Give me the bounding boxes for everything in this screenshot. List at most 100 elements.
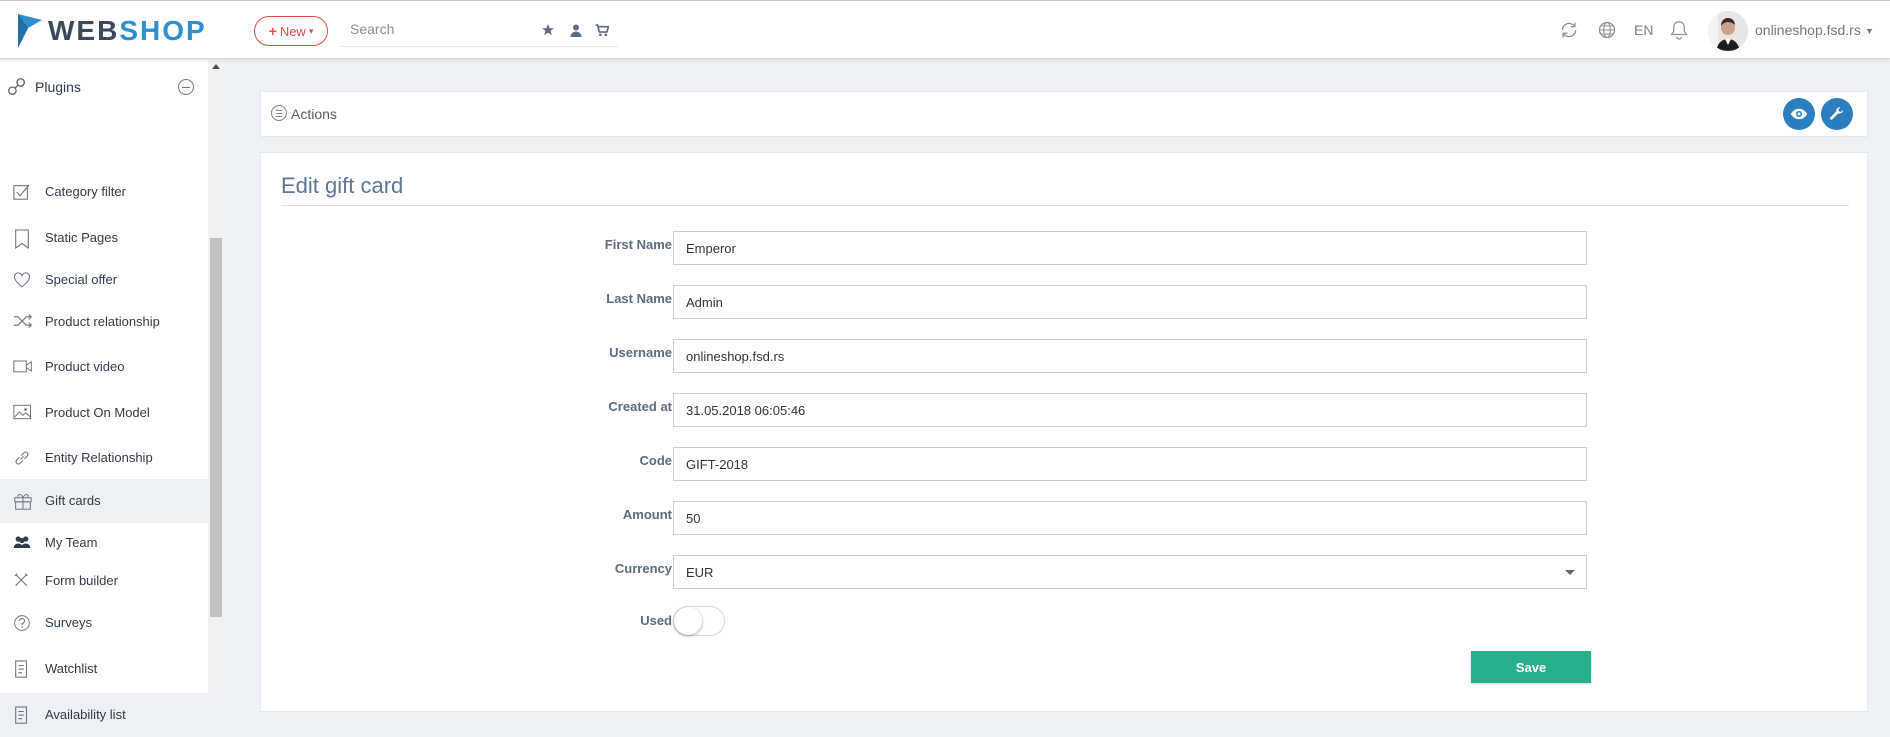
sidebar-item-label: Gift cards <box>45 493 101 508</box>
list-icon <box>13 660 33 678</box>
search-input[interactable] <box>350 21 540 37</box>
settings-button[interactable] <box>1821 98 1853 130</box>
sidebar-item-label: Surveys <box>45 615 92 630</box>
sidebar-item-label: Form builder <box>45 573 118 588</box>
search-bar <box>340 15 618 47</box>
sidebar-item-label: Special offer <box>45 272 118 287</box>
bell-icon[interactable] <box>1670 20 1688 45</box>
avatar[interactable] <box>1708 11 1748 51</box>
question-icon <box>13 614 33 632</box>
sidebar-item-label: Product video <box>45 359 125 374</box>
last-name-field[interactable] <box>673 285 1587 319</box>
sidebar-item-label: Category filter <box>45 184 126 199</box>
sidebar-item-label: Product On Model <box>45 405 150 420</box>
globe-icon[interactable] <box>1597 20 1617 45</box>
last-name-row: Last Name <box>261 285 1869 319</box>
actions-label[interactable]: Actions <box>291 106 337 122</box>
sidebar-item-gift-cards[interactable]: Gift cards <box>0 479 208 523</box>
created-at-row: Created at <box>261 393 1869 427</box>
used-label: Used <box>640 613 672 628</box>
heart-icon <box>13 271 33 289</box>
actions-menu-icon[interactable] <box>271 105 287 121</box>
code-field[interactable] <box>673 447 1587 481</box>
team-icon <box>13 534 33 552</box>
logo-text: WEBSHOP <box>48 15 207 46</box>
sidebar-item-label: Product relationship <box>45 314 160 329</box>
refresh-icon[interactable] <box>1559 20 1579 45</box>
user-icon[interactable] <box>568 22 584 38</box>
title-divider <box>281 205 1849 206</box>
new-button-label: New <box>279 23 306 39</box>
user-menu[interactable]: onlineshop.fsd.rs <box>1755 22 1861 38</box>
bookmark-icon <box>13 229 33 250</box>
sidebar-item-label: Availability list <box>45 707 126 722</box>
sidebar-section-plugins[interactable]: Plugins <box>0 72 208 102</box>
currency-label: Currency <box>614 561 672 576</box>
tools-icon <box>13 572 33 590</box>
collapse-icon[interactable] <box>178 79 194 95</box>
code-label: Code <box>639 453 673 468</box>
sidebar-item-surveys[interactable]: Surveys <box>0 601 208 645</box>
top-bar: WEBSHOP + New ▾ EN <box>0 0 1890 59</box>
chevron-down-icon[interactable] <box>1565 570 1575 575</box>
sidebar: Plugins Category filter Static Pages Spe… <box>0 60 224 724</box>
sidebar-item-product-relationship[interactable]: Product relationship <box>0 300 208 344</box>
first-name-row: First Name <box>261 231 1869 265</box>
save-button[interactable]: Save <box>1471 651 1591 683</box>
last-name-label: Last Name <box>606 291 672 306</box>
chevron-down-icon: ▾ <box>308 25 314 36</box>
sidebar-item-label: My Team <box>45 535 98 550</box>
eye-icon <box>1790 108 1808 120</box>
webshop-logo[interactable]: WEBSHOP <box>18 11 207 51</box>
image-icon <box>13 404 33 422</box>
sidebar-scrollbar[interactable] <box>208 60 224 693</box>
currency-row: Currency <box>261 555 1869 589</box>
first-name-label: First Name <box>604 237 672 252</box>
username-field[interactable] <box>673 339 1587 373</box>
amount-label: Amount <box>622 507 672 522</box>
sidebar-item-special-offer[interactable]: Special offer <box>0 258 208 302</box>
sidebar-item-form-builder[interactable]: Form builder <box>0 559 208 603</box>
sidebar-item-product-on-model[interactable]: Product On Model <box>0 391 208 435</box>
gift-icon <box>13 492 33 510</box>
created-at-field[interactable] <box>673 393 1587 427</box>
first-name-field[interactable] <box>673 231 1587 265</box>
sidebar-item-watchlist[interactable]: Watchlist <box>0 647 208 691</box>
sidebar-section-title: Plugins <box>35 79 81 95</box>
actions-bar: Actions <box>260 91 1868 137</box>
star-icon[interactable] <box>540 22 556 38</box>
checkbox-icon <box>13 183 33 201</box>
chevron-down-icon[interactable]: ▼ <box>1865 26 1874 36</box>
sidebar-item-category-filter[interactable]: Category filter <box>0 170 208 214</box>
scroll-up-arrow-icon[interactable] <box>212 64 220 69</box>
sidebar-item-static-pages[interactable]: Static Pages <box>0 216 208 260</box>
cart-icon[interactable] <box>594 22 610 38</box>
sidebar-item-product-video[interactable]: Product video <box>0 345 208 389</box>
list-icon <box>13 706 33 724</box>
amount-field[interactable] <box>673 501 1587 535</box>
username-row: Username <box>261 339 1869 373</box>
edit-gift-card-panel: Edit gift card First Name Last Name User… <box>260 152 1868 712</box>
code-row: Code <box>261 447 1869 481</box>
created-at-label: Created at <box>608 399 672 414</box>
new-button[interactable]: + New ▾ <box>254 16 328 46</box>
page-title: Edit gift card <box>281 173 404 198</box>
toggle-knob <box>674 607 702 635</box>
logo-mark-icon <box>18 14 42 48</box>
sidebar-item-entity-relationship[interactable]: Entity Relationship <box>0 436 208 480</box>
plus-icon: + <box>268 23 277 39</box>
username-label: Username <box>609 345 672 360</box>
language-selector[interactable]: EN <box>1634 22 1653 38</box>
sidebar-item-label: Static Pages <box>45 230 118 245</box>
preview-button[interactable] <box>1783 98 1815 130</box>
wrench-icon <box>1829 107 1844 120</box>
amount-row: Amount <box>261 501 1869 535</box>
used-toggle[interactable] <box>673 606 725 636</box>
scrollbar-thumb[interactable] <box>210 238 222 617</box>
sidebar-item-label: Entity Relationship <box>45 450 153 465</box>
sidebar-item-availability-list[interactable]: Availability list <box>0 693 208 737</box>
link-icon <box>13 449 33 467</box>
currency-select[interactable] <box>673 555 1587 589</box>
video-icon <box>13 358 33 376</box>
sidebar-item-label: Watchlist <box>45 661 98 676</box>
